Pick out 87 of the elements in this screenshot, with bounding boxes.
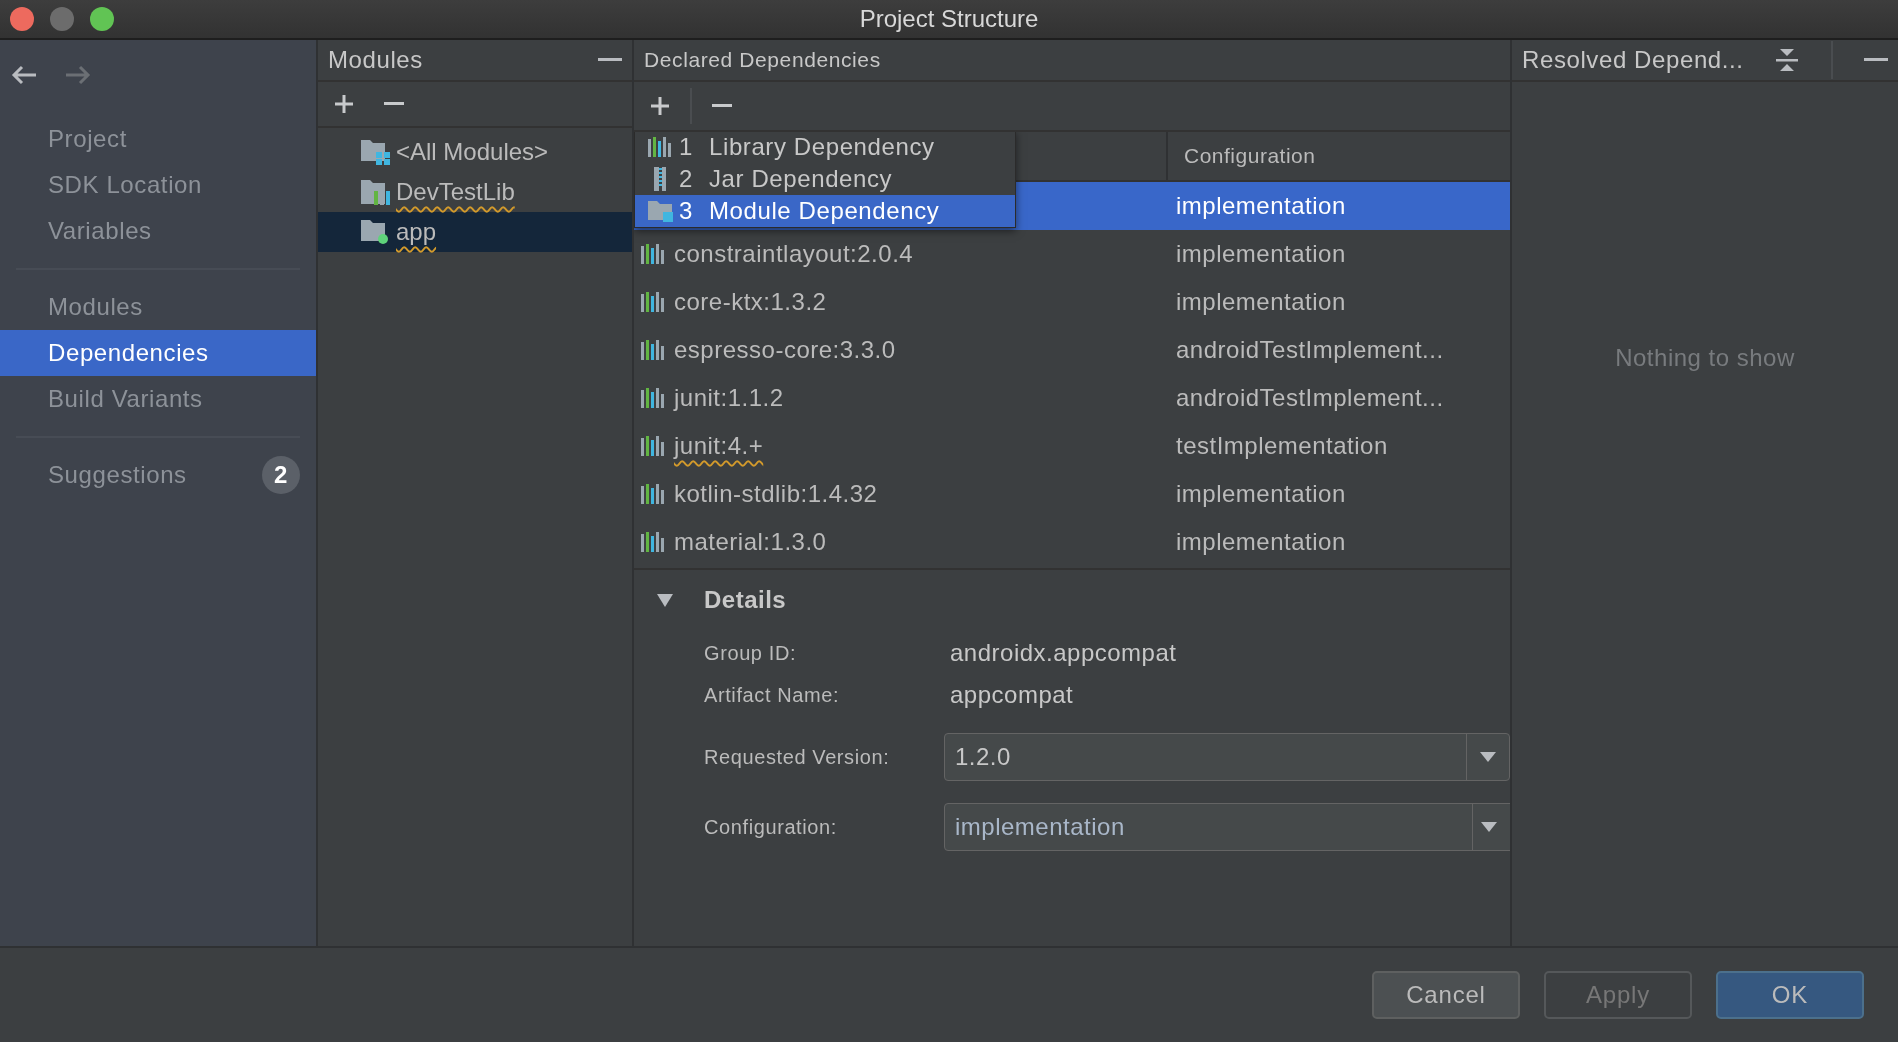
configuration-cell-text: implementation [1175,192,1346,220]
sidebar-item-label: Dependencies [48,339,209,367]
panel-title: Declared Dependencies [644,48,881,72]
sidebar-item[interactable]: Build Variants [0,376,316,422]
dialog-button[interactable]: OK [1716,971,1864,1019]
configuration-cell-text: implementation [1175,480,1346,508]
minimize-icon[interactable] [1863,58,1888,62]
dependency-name: kotlin-stdlib:1.4.32 [674,480,878,508]
sidebar-item-label: Suggestions [48,461,187,489]
field-value: appcompat [949,681,1074,709]
table-row[interactable]: espresso-core:3.3.0 androidTestImplement... [634,326,1510,374]
sidebar-item-label: Build Variants [48,385,203,413]
sidebar-item[interactable]: Project [0,116,316,162]
library-icon [640,434,666,458]
module-name: app [396,218,437,246]
collapse-triangle-icon[interactable] [656,592,674,608]
window-title: Project Structure [859,5,1039,33]
library-icon [647,135,673,159]
field-label: Requested Version: [704,745,891,769]
module-name: DevTestLib [396,178,515,206]
library-icon [640,386,666,410]
minimize-icon[interactable] [50,7,74,31]
dependency-name: junit:1.1.2 [674,384,784,412]
menu-item[interactable]: 3 Module Dependency [635,195,1015,227]
panel-title: Resolved Depend... [1522,46,1744,74]
table-row[interactable]: kotlin-stdlib:1.4.32 implementation [634,470,1510,518]
configuration-cell-text: implementation [1175,528,1346,556]
sidebar-item-label: Project [48,125,127,153]
collapse-all-icon[interactable] [1775,48,1800,72]
sidebar-item[interactable]: SDK Location [0,162,316,208]
dependency-name: constraintlayout:2.0.4 [674,240,914,268]
configuration-cell-text: implementation [1175,240,1346,268]
minimize-icon[interactable] [598,58,622,62]
library-icon [640,482,666,506]
table-row[interactable]: constraintlayout:2.0.4 implementation [634,230,1510,278]
module-name: <All Modules> [396,138,549,166]
sidebar-item[interactable]: Variables [0,208,316,254]
sidebar-item-label: SDK Location [48,171,202,199]
dropdown-field[interactable]: implementation [944,803,1510,851]
sidebar-item[interactable]: Suggestions 2 [0,452,316,498]
dropdown-arrow-icon [1481,822,1497,832]
configuration-cell-text: androidTestImplement... [1175,384,1444,412]
column-header[interactable]: Configuration [1168,144,1316,168]
library-icon [640,242,666,266]
dependency-name: material:1.3.0 [674,528,827,556]
table-row[interactable]: junit:1.1.2 androidTestImplement... [634,374,1510,422]
count-badge: 2 [262,456,300,494]
add-icon[interactable] [650,96,670,116]
dropdown-field[interactable]: 1.2.0 [944,733,1510,781]
module-item[interactable]: DevTestLib [318,172,632,212]
configuration-cell-text: implementation [1175,288,1346,316]
field-label: Group ID: [704,641,798,665]
dependency-name: junit:4.+ [674,432,764,460]
remove-icon[interactable] [712,104,732,108]
panel-title: Modules [328,46,423,74]
configuration-cell-text: testImplementation [1175,432,1388,460]
field-label: Artifact Name: [704,683,841,707]
sidebar-item-label: Modules [48,293,143,321]
sidebar-item[interactable]: Modules [0,284,316,330]
zoom-icon[interactable] [90,7,114,31]
folder-icon [360,138,392,166]
dependency-name: core-ktx:1.3.2 [674,288,827,316]
folder-icon [647,199,675,223]
menu-item[interactable]: 1 Library Dependency [635,132,1015,163]
sidebar-item-label: Variables [48,217,152,245]
section-title: Details [704,586,787,614]
back-icon[interactable] [10,64,38,86]
remove-icon[interactable] [384,102,404,106]
folder-icon [360,178,392,206]
add-icon[interactable] [334,94,354,114]
table-row[interactable]: junit:4.+ testImplementation [634,422,1510,470]
module-item[interactable]: app [318,212,632,252]
dialog-button[interactable]: Cancel [1372,971,1520,1019]
sidebar-item[interactable]: Dependencies [0,330,316,376]
module-item[interactable]: <All Modules> [318,132,632,172]
table-row[interactable]: material:1.3.0 implementation [634,518,1510,566]
field-label: Configuration: [704,815,838,839]
table-row[interactable]: core-ktx:1.3.2 implementation [634,278,1510,326]
library-icon [640,290,666,314]
close-icon[interactable] [10,7,34,31]
library-icon [640,338,666,362]
dependency-name: espresso-core:3.3.0 [674,336,896,364]
field-value: androidx.appcompat [949,639,1177,667]
library-icon [640,530,666,554]
configuration-cell-text: androidTestImplement... [1175,336,1444,364]
empty-message: Nothing to show [1615,344,1795,373]
dropdown-arrow-icon [1480,752,1496,762]
